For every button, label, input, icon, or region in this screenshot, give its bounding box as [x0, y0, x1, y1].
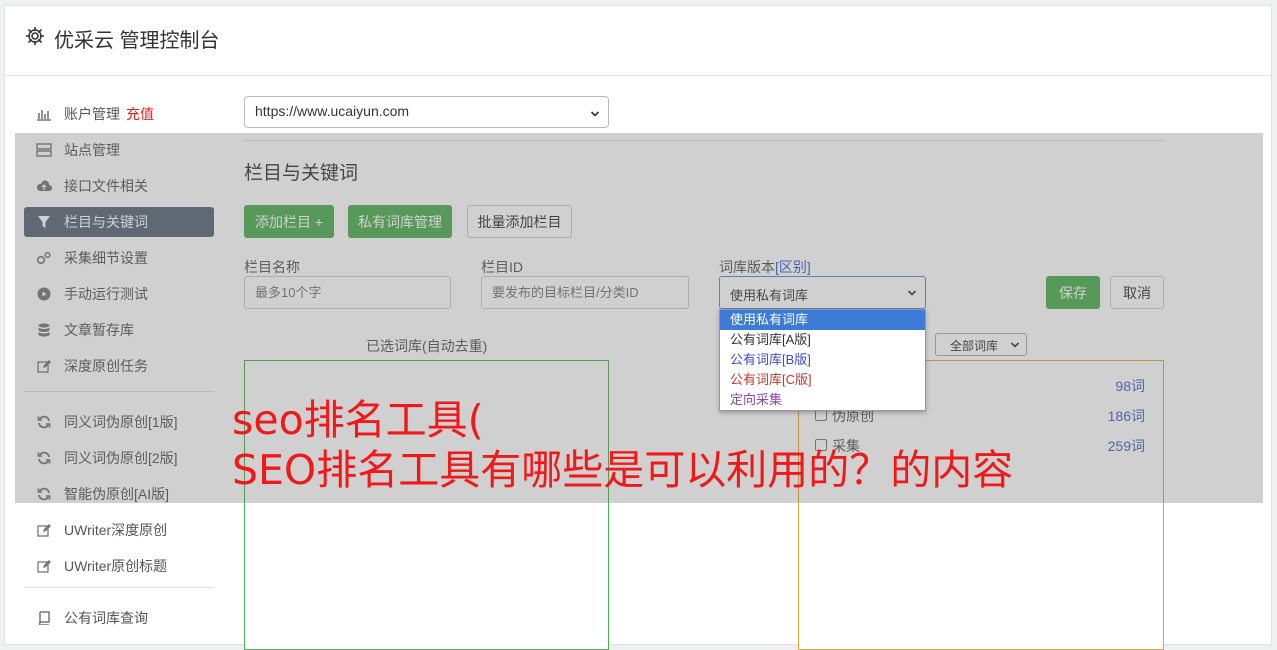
chevron-down-icon [907, 286, 917, 301]
column-name-input[interactable] [244, 276, 451, 309]
gears-icon [36, 250, 52, 266]
sidebar-item-synonym-v2[interactable]: 同义词伪原创[2版] [24, 443, 214, 473]
dropdown-option[interactable]: 公有词库[A版] [720, 330, 925, 350]
filter-icon [36, 214, 52, 230]
lib-version-diff-link[interactable]: [区别] [775, 259, 811, 275]
page-title: 优采云 管理控制台 [54, 30, 220, 52]
chevron-down-icon [590, 106, 600, 122]
sidebar-item-synonym-v1[interactable]: 同义词伪原创[1版] [24, 407, 214, 437]
recharge-link[interactable]: 充值 [126, 104, 154, 124]
batch-add-column-button[interactable]: 批量添加栏目 [467, 205, 572, 238]
sidebar-item-label: 同义词伪原创[2版] [64, 450, 178, 466]
sidebar-divider [24, 391, 214, 392]
lib-count: 98词 [1115, 378, 1145, 394]
content-divider [244, 140, 1164, 141]
sidebar-item-label: UWriter原创标题 [64, 558, 168, 574]
column-id-label: 栏目ID [481, 259, 523, 275]
sidebar-item-sites[interactable]: 站点管理 [24, 135, 214, 165]
book-icon [36, 610, 52, 626]
sidebar-item-label: 栏目与关键词 [64, 214, 148, 230]
section-title: 栏目与关键词 [244, 163, 359, 184]
add-column-button[interactable]: 添加栏目 + [244, 205, 334, 238]
sidebar-item-label: 站点管理 [64, 142, 120, 158]
server-icon [36, 142, 52, 158]
refresh-icon [36, 414, 52, 430]
sidebar-item-public-lib-query[interactable]: 公有词库查询 [24, 603, 214, 633]
sidebar-item-label: 文章暂存库 [64, 322, 134, 338]
sidebar-item-uwriter-title[interactable]: UWriter原创标题 [24, 551, 214, 581]
overlay-caption-line: SEO排名工具有哪些是可以利用的？的内容 [232, 446, 1014, 494]
column-id-input[interactable] [481, 276, 689, 309]
lib-version-label: 词库版本[区别] [719, 257, 811, 277]
database-icon [36, 322, 52, 338]
sidebar-item-uwriter-deep[interactable]: UWriter深度原创 [24, 515, 214, 545]
gear-icon [25, 26, 45, 46]
sidebar-item-label: 深度原创任务 [64, 358, 148, 374]
site-select-value: https://www.ucaiyun.com [255, 103, 410, 119]
dropdown-option[interactable]: 公有词库[B版] [720, 350, 925, 370]
chevron-down-icon [1010, 339, 1020, 353]
lib-version-select[interactable]: 使用私有词库 [719, 276, 926, 309]
column-name-label: 栏目名称 [244, 259, 300, 275]
edit-icon [36, 358, 52, 374]
sidebar-item-label: 账户管理 [64, 106, 120, 122]
lib-count: 186词 [1107, 408, 1145, 424]
sidebar-item-label: 采集细节设置 [64, 250, 148, 266]
edit-icon [36, 558, 52, 574]
sidebar-item-collect-settings[interactable]: 采集细节设置 [24, 243, 214, 273]
cloud-upload-icon [36, 178, 52, 194]
play-circle-icon [36, 286, 52, 302]
lib-version-label-text: 词库版本 [719, 259, 775, 275]
dropdown-option[interactable]: 使用私有词库 [720, 310, 925, 330]
sidebar-nav: 账户管理 充值 站点管理 接口文件相关 栏目与关键词 采集细节设置 手动运行测试… [24, 99, 214, 639]
sidebar-item-label: 智能伪原创[AI版] [64, 486, 170, 502]
sidebar-divider [24, 587, 214, 588]
site-select[interactable]: https://www.ucaiyun.com [244, 96, 609, 128]
sidebar-item-account[interactable]: 账户管理 充值 [24, 99, 214, 129]
sidebar-item-label: 公有词库查询 [64, 610, 148, 626]
lib-filter-value: 全部词库 [950, 339, 999, 353]
bar-chart-icon [36, 106, 52, 122]
private-lib-manage-button[interactable]: 私有词库管理 [348, 205, 452, 238]
page-header: 优采云 管理控制台 [5, 6, 1271, 76]
sidebar-item-article-storage[interactable]: 文章暂存库 [24, 315, 214, 345]
sidebar-item-ai-rewrite[interactable]: 智能伪原创[AI版] [24, 479, 214, 509]
cancel-button[interactable]: 取消 [1110, 276, 1164, 309]
save-button[interactable]: 保存 [1046, 276, 1100, 309]
sidebar-item-deep-original-task[interactable]: 深度原创任务 [24, 351, 214, 381]
sidebar-item-label: UWriter深度原创 [64, 522, 168, 538]
sidebar-item-label: 同义词伪原创[1版] [64, 414, 178, 430]
dropdown-option[interactable]: 公有词库[C版] [720, 370, 925, 390]
lib-version-select-value: 使用私有词库 [730, 288, 809, 303]
overlay-caption: seo排名工具( SEO排名工具有哪些是可以利用的？的内容 [232, 395, 1013, 495]
selected-libs-label: 已选词库(自动去重) [366, 338, 488, 354]
overlay-caption-line: seo排名工具( [232, 396, 484, 444]
sidebar-item-manual-test[interactable]: 手动运行测试 [24, 279, 214, 309]
refresh-icon [36, 486, 52, 502]
edit-icon [36, 522, 52, 538]
refresh-icon [36, 450, 52, 466]
lib-count: 259词 [1107, 438, 1145, 454]
sidebar-item-columns-keywords[interactable]: 栏目与关键词 [24, 207, 214, 237]
sidebar-item-interface-files[interactable]: 接口文件相关 [24, 171, 214, 201]
lib-filter-select[interactable]: 全部词库 [935, 333, 1027, 356]
sidebar-item-label: 接口文件相关 [64, 178, 148, 194]
sidebar-item-label: 手动运行测试 [64, 286, 148, 302]
